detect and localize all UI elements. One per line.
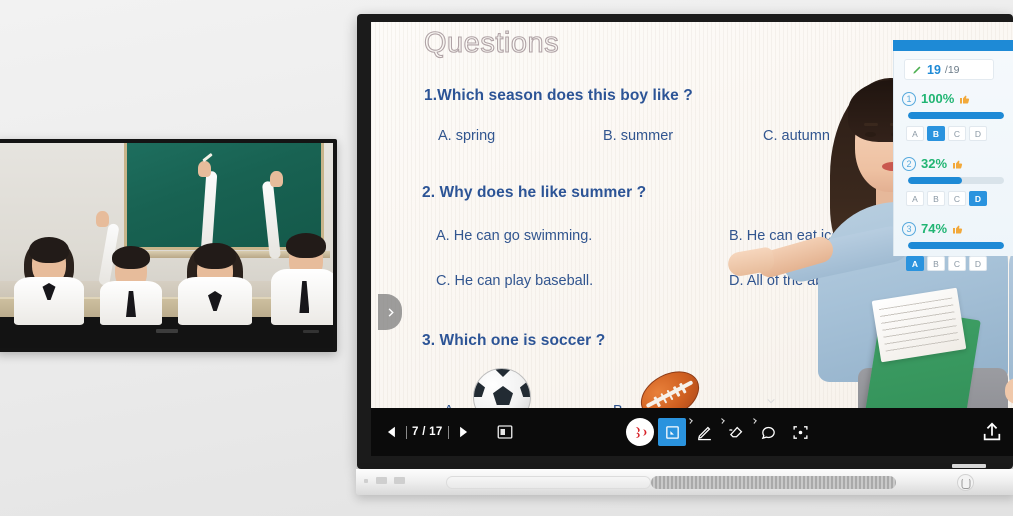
power-button[interactable] bbox=[957, 474, 974, 491]
answer-option-d[interactable]: D bbox=[969, 191, 987, 206]
response-statistics-panel: 19 /19 1 100% A B C D 2 32% A B C D 3 74… bbox=[893, 22, 1013, 271]
collapse-toolbar-button[interactable] bbox=[763, 396, 779, 406]
answer-option-d[interactable]: D bbox=[969, 126, 987, 141]
response-bar bbox=[908, 242, 1004, 249]
answer-option-a[interactable]: A bbox=[906, 256, 924, 271]
question-1-option-b[interactable]: B. summer bbox=[603, 128, 673, 144]
presentation-toolbar: 7 / 17 bbox=[371, 398, 1013, 456]
comment-tool-button[interactable] bbox=[751, 418, 782, 446]
stand-port bbox=[376, 477, 387, 484]
pencil-icon bbox=[912, 64, 923, 75]
interactive-flat-panel: Questions 1.Which season does this boy l… bbox=[356, 14, 1013, 495]
stand-speaker-grille bbox=[651, 476, 896, 489]
correct-percent: 32% bbox=[921, 156, 948, 171]
panel-stand-bezel bbox=[356, 464, 1013, 495]
response-bar-fill bbox=[908, 177, 962, 184]
responded-total: /19 bbox=[944, 63, 960, 76]
screenshot-tool-button[interactable] bbox=[786, 418, 814, 446]
thumbs-up-icon bbox=[952, 158, 964, 170]
answer-option-c[interactable]: C bbox=[948, 191, 966, 206]
powerpoint-icon[interactable] bbox=[496, 423, 514, 441]
stand-speaker bbox=[446, 476, 651, 489]
question-2-option-c[interactable]: C. He can play baseball. bbox=[436, 273, 593, 289]
answer-option-a[interactable]: A bbox=[906, 191, 924, 206]
tool-badge-icon bbox=[751, 418, 757, 424]
thumbs-up-icon bbox=[952, 223, 964, 235]
response-bar-fill bbox=[908, 242, 1004, 249]
correct-percent: 74% bbox=[921, 221, 948, 236]
device-logo bbox=[155, 329, 178, 333]
answer-options[interactable]: A B C D bbox=[906, 191, 1013, 206]
tool-badge-icon bbox=[719, 418, 725, 424]
answer-option-b[interactable]: B bbox=[927, 256, 945, 271]
thumbs-up-icon bbox=[959, 93, 971, 105]
answer-option-a[interactable]: A bbox=[906, 126, 924, 141]
share-button[interactable] bbox=[981, 421, 1003, 443]
select-tool-button[interactable] bbox=[658, 418, 686, 446]
response-bar bbox=[908, 112, 1004, 119]
response-bar bbox=[908, 177, 1004, 184]
brand-logo-button[interactable] bbox=[626, 418, 654, 446]
student bbox=[172, 152, 258, 325]
answer-options[interactable]: A B C D bbox=[906, 126, 1013, 141]
previous-page-button[interactable] bbox=[385, 425, 399, 439]
tool-buttons bbox=[626, 418, 814, 446]
response-row: 3 74% A B C D bbox=[894, 221, 1013, 271]
question-1-text: 1.Which season does this boy like ? bbox=[424, 87, 693, 104]
question-number-badge: 2 bbox=[902, 156, 916, 171]
pen-tool-button[interactable] bbox=[687, 418, 718, 446]
answer-option-d[interactable]: D bbox=[969, 256, 987, 271]
tool-badge-icon bbox=[687, 418, 693, 424]
response-panel-body: 19 /19 1 100% A B C D 2 32% A B C D 3 74… bbox=[893, 51, 1013, 271]
screenshot-root: Questions 1.Which season does this boy l… bbox=[0, 0, 1013, 516]
question-2-option-a[interactable]: A. He can go swimming. bbox=[436, 228, 592, 244]
answer-option-b[interactable]: B bbox=[927, 126, 945, 141]
answer-option-b[interactable]: B bbox=[927, 191, 945, 206]
response-row: 1 100% A B C D bbox=[894, 91, 1013, 141]
expand-sidebar-handle[interactable] bbox=[378, 294, 402, 330]
eraser-tool-button[interactable] bbox=[719, 418, 750, 446]
chevron-right-icon bbox=[388, 307, 394, 317]
question-1-option-c[interactable]: C. autumn bbox=[763, 128, 830, 144]
answer-option-c[interactable]: C bbox=[948, 256, 966, 271]
classroom-photo-device bbox=[0, 139, 337, 352]
answer-option-c[interactable]: C bbox=[948, 126, 966, 141]
panel-bezel: Questions 1.Which season does this boy l… bbox=[357, 14, 1013, 469]
next-page-button[interactable] bbox=[456, 425, 470, 439]
page-indicator[interactable]: 7 / 17 bbox=[406, 425, 449, 439]
response-row: 2 32% A B C D bbox=[894, 156, 1013, 206]
answer-options[interactable]: A B C D bbox=[906, 256, 1013, 271]
question-1-option-a[interactable]: A. spring bbox=[438, 128, 495, 144]
question-2-text: 2. Why does he like summer ? bbox=[422, 184, 647, 201]
question-2-option-b[interactable]: B. He can eat ice cream bbox=[729, 228, 884, 244]
presentation-slide: Questions 1.Which season does this boy l… bbox=[371, 22, 1013, 456]
panel-screen: Questions 1.Which season does this boy l… bbox=[371, 22, 1013, 456]
stand-indicator bbox=[364, 479, 368, 483]
classroom-photo bbox=[0, 143, 333, 325]
question-number-badge: 3 bbox=[902, 221, 916, 236]
student bbox=[10, 227, 88, 325]
question-number-badge: 1 bbox=[902, 91, 916, 106]
stand-brand-mark bbox=[952, 464, 986, 468]
response-panel-header bbox=[893, 40, 1013, 51]
correct-percent: 100% bbox=[921, 91, 955, 106]
responded-count: 19 /19 bbox=[904, 59, 994, 80]
question-3-text: 3. Which one is soccer ? bbox=[422, 332, 606, 349]
slide-title: Questions bbox=[423, 26, 560, 59]
page-navigation: 7 / 17 bbox=[385, 425, 470, 439]
question-2-option-d[interactable]: D. All of the above bbox=[729, 273, 847, 289]
stand-port bbox=[394, 477, 405, 484]
response-bar-fill bbox=[908, 112, 1004, 119]
student bbox=[92, 203, 170, 325]
responded-number: 19 bbox=[927, 62, 941, 77]
student bbox=[258, 171, 333, 325]
device-brand-mark bbox=[303, 330, 319, 333]
